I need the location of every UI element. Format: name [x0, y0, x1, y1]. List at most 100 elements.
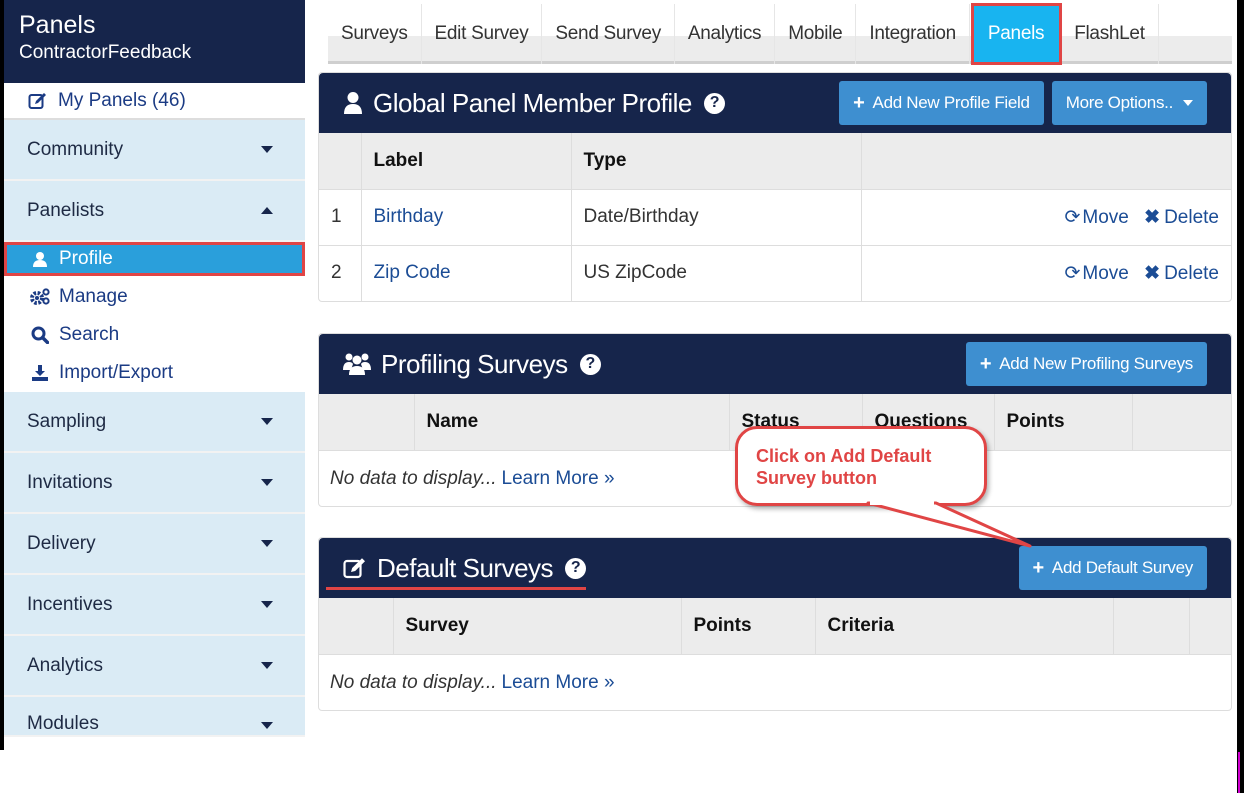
panel-actions: + Add New Profile Field More Options..	[839, 81, 1207, 125]
more-options-button[interactable]: More Options..	[1051, 81, 1207, 125]
empty-text: No data to display...	[330, 671, 497, 693]
user-icon	[29, 251, 51, 268]
learn-more-link[interactable]: Learn More »	[502, 672, 615, 694]
empty-message: No data to display... Learn More »	[319, 654, 1231, 710]
users-icon	[343, 352, 371, 376]
panel-header: Profiling Surveys ? + Add New Profiling S…	[319, 334, 1231, 394]
sidebar-section-panelists[interactable]: Panelists	[4, 181, 305, 242]
sidebar-section-community[interactable]: Community	[4, 120, 305, 181]
learn-more-link[interactable]: Learn More »	[502, 468, 615, 490]
help-icon[interactable]: ?	[565, 557, 587, 579]
global-profile-panel: Global Panel Member Profile ? + Add New P…	[318, 72, 1232, 302]
sidebar-item-manage[interactable]: Manage	[4, 278, 305, 316]
row-number: 2	[319, 244, 362, 301]
edit-icon	[28, 92, 46, 109]
tab-mobile[interactable]: Mobile	[775, 4, 857, 64]
close-icon: ✖	[1144, 206, 1161, 228]
sidebar-section-delivery[interactable]: Delivery	[4, 514, 305, 575]
field-label-link[interactable]: Birthday	[361, 188, 572, 245]
table-row: 1 Birthday Date/Birthday ⟳ Move ✖ Delete	[319, 188, 1231, 245]
panel-actions: + Add Default Survey	[1018, 546, 1207, 590]
panel-actions: + Add New Profiling Surveys	[965, 342, 1207, 386]
move-button[interactable]: ⟳ Move	[1064, 207, 1128, 228]
delete-label: Delete	[1164, 206, 1219, 228]
section-label: Panelists	[27, 199, 105, 221]
sidebar-item-import-export[interactable]: Import/Export	[4, 354, 305, 392]
sidebar: Panels ContractorFeedback My Panels (46)…	[0, 0, 305, 750]
item-label: Profile	[59, 248, 113, 269]
tab-analytics[interactable]: Analytics	[675, 4, 776, 64]
panel-header: Global Panel Member Profile ? + Add New P…	[319, 73, 1231, 133]
sidebar-section-incentives[interactable]: Incentives	[4, 575, 305, 636]
field-type: Date/Birthday	[571, 188, 862, 245]
add-default-survey-button[interactable]: + Add Default Survey	[1018, 546, 1207, 590]
move-label: Move	[1082, 206, 1129, 228]
sidebar-section-invitations[interactable]: Invitations	[4, 453, 305, 514]
col-points: Points	[994, 394, 1133, 450]
col-survey: Survey	[393, 598, 682, 654]
panel-title-text: Profiling Surveys	[381, 348, 568, 379]
section-label: Incentives	[27, 593, 113, 615]
caret-down-icon	[261, 479, 273, 486]
col-label: Label	[361, 133, 572, 189]
field-label-link[interactable]: Zip Code	[361, 244, 572, 301]
table-header-row: Survey Points Criteria	[319, 598, 1231, 654]
sidebar-item-profile[interactable]: Profile	[4, 242, 305, 276]
help-icon[interactable]: ?	[579, 353, 601, 375]
panelists-submenu: Profile Manage Search Import/Export	[4, 242, 305, 392]
sidebar-section-modules[interactable]: Modules	[4, 697, 305, 737]
tab-flashlet[interactable]: FlashLet	[1061, 4, 1159, 64]
col-name: Name	[414, 394, 730, 450]
row-number: 1	[319, 188, 362, 245]
my-panels-link[interactable]: My Panels (46)	[4, 83, 305, 120]
sidebar-title: Panels	[19, 11, 96, 39]
add-profile-field-button[interactable]: + Add New Profile Field	[839, 81, 1044, 125]
tab-edit-survey[interactable]: Edit Survey	[422, 4, 543, 64]
item-label: Import/Export	[59, 362, 174, 383]
section-label: Modules	[27, 713, 99, 734]
move-button[interactable]: ⟳ Move	[1064, 263, 1128, 284]
sidebar-item-search[interactable]: Search	[4, 316, 305, 354]
delete-button[interactable]: ✖ Delete	[1144, 207, 1219, 228]
main-tab-bar: Surveys Edit Survey Send Survey Analytic…	[328, 3, 1232, 66]
col-criteria: Criteria	[815, 598, 1114, 654]
default-surveys-panel: Default Surveys ? + Add Default Survey Su…	[318, 537, 1232, 711]
tab-send-survey[interactable]: Send Survey	[542, 4, 675, 64]
button-label: Add New Profile Field	[872, 93, 1030, 112]
col-extra	[1189, 598, 1231, 654]
close-icon: ✖	[1144, 262, 1161, 284]
caret-down-icon	[261, 601, 273, 608]
table-row: 2 Zip Code US ZipCode ⟳ Move ✖ Delete	[319, 244, 1231, 301]
panel-title: Default Surveys ?	[343, 553, 587, 584]
gears-icon	[29, 288, 51, 306]
caret-down-icon	[261, 418, 273, 425]
col-blank	[319, 394, 415, 450]
panel-header: Default Surveys ? + Add Default Survey	[319, 538, 1231, 598]
tab-integration[interactable]: Integration	[856, 4, 970, 64]
highlight-underline	[326, 587, 586, 590]
help-icon[interactable]: ?	[703, 92, 725, 114]
default-surveys-table: Survey Points Criteria	[319, 598, 1231, 654]
profile-fields-table: Label Type 1 Birthday Date/Birthday ⟳ Mov…	[319, 133, 1231, 301]
sidebar-subtitle: ContractorFeedback	[19, 42, 192, 63]
field-label[interactable]: Zip Code	[374, 262, 451, 283]
col-num	[319, 133, 362, 189]
caret-down-icon	[1183, 100, 1193, 106]
item-label: Manage	[59, 286, 128, 307]
sidebar-section-analytics[interactable]: Analytics	[4, 636, 305, 697]
delete-label: Delete	[1164, 262, 1219, 284]
edit-icon	[343, 557, 367, 579]
plus-icon: +	[853, 91, 865, 114]
sidebar-section-sampling[interactable]: Sampling	[4, 392, 305, 453]
delete-button[interactable]: ✖ Delete	[1144, 263, 1219, 284]
tab-panels[interactable]: Panels	[970, 3, 1063, 65]
add-profiling-surveys-button[interactable]: + Add New Profiling Surveys	[965, 342, 1207, 386]
plus-icon: +	[979, 352, 992, 375]
panel-title-text: Global Panel Member Profile	[373, 87, 692, 118]
tab-surveys[interactable]: Surveys	[328, 4, 422, 64]
section-label: Analytics	[27, 654, 104, 676]
button-label: Add Default Survey	[1051, 558, 1193, 577]
field-label[interactable]: Birthday	[374, 206, 444, 227]
caret-down-icon	[261, 540, 273, 547]
button-label: More Options..	[1065, 93, 1174, 112]
